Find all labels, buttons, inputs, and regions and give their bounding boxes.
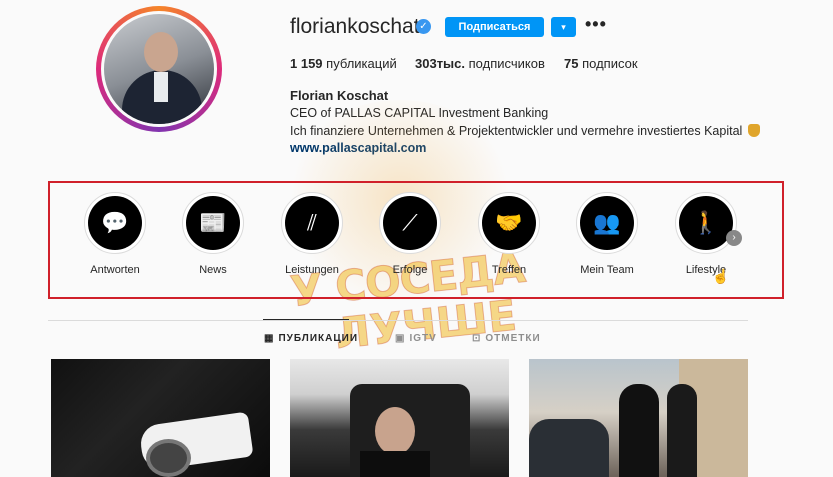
suggestions-dropdown-button[interactable]: ▾ xyxy=(551,17,576,37)
profile-avatar[interactable] xyxy=(96,6,222,132)
bio-line-2: Ich finanziere Unternehmen & Projektentw… xyxy=(290,124,760,138)
post-car xyxy=(529,419,609,477)
tab-label: ПУБЛИКАЦИИ xyxy=(278,333,359,344)
tab-tagged[interactable]: ⊡ ОТМЕТКИ xyxy=(472,333,541,344)
tab-igtv[interactable]: ▣ IGTV xyxy=(395,333,437,344)
active-tab-indicator xyxy=(263,319,349,320)
highlight-label: News xyxy=(199,264,227,276)
highlight-erfolge[interactable]: ⟋ Erfolge xyxy=(370,192,450,276)
tab-posts[interactable]: ▦ ПУБЛИКАЦИИ xyxy=(264,333,358,344)
highlight-label: Lifestyle xyxy=(685,264,727,276)
highlight-news[interactable]: 📰 News xyxy=(173,192,253,276)
avatar-shirt xyxy=(154,72,168,102)
post-person-face xyxy=(375,407,415,455)
watermark-text-2: ЛУЧШЕ xyxy=(332,290,519,359)
mouse-cursor-icon: ☝ xyxy=(712,268,730,284)
highlight-label: Antworten xyxy=(90,264,140,276)
follow-button[interactable]: Подписаться xyxy=(445,17,544,37)
profile-full-name: Florian Koschat xyxy=(290,88,389,103)
team-icon: 👥 xyxy=(580,196,634,250)
highlight-mein-team[interactable]: 👥 Mein Team xyxy=(567,192,647,276)
post-thumbnail[interactable] xyxy=(290,359,509,477)
logo-icon: ⫽ xyxy=(285,196,339,250)
post-thumbnail[interactable] xyxy=(51,359,270,477)
avatar-photo xyxy=(101,11,217,127)
tabs-divider xyxy=(48,320,748,321)
followers-label: подписчиков xyxy=(465,56,545,71)
post-person-2 xyxy=(667,384,697,477)
highlight-ring: 💬 xyxy=(84,192,146,254)
highlights-next-icon[interactable]: › xyxy=(726,230,742,246)
website-link[interactable]: www.pallascapital.com xyxy=(290,141,426,155)
tv-icon: ▣ xyxy=(395,333,406,344)
handshake-icon: 🤝 xyxy=(482,196,536,250)
highlight-ring: 👥 xyxy=(576,192,638,254)
tab-label: ОТМЕТКИ xyxy=(485,333,541,344)
highlight-ring: 📰 xyxy=(182,192,244,254)
highlight-label: Mein Team xyxy=(580,264,634,276)
highlight-treffen[interactable]: 🤝 Treffen xyxy=(469,192,549,276)
profile-username: floriankoschat xyxy=(290,15,420,38)
followers-stat[interactable]: 303тыс. подписчиков xyxy=(415,56,545,71)
highlight-antworten[interactable]: 💬 Antworten xyxy=(75,192,155,276)
highlight-ring: ⟋ xyxy=(379,192,441,254)
following-count: 75 xyxy=(564,56,579,71)
person-icon: 🚶 xyxy=(679,196,733,250)
following-stat[interactable]: 75 подписок xyxy=(564,56,638,71)
tab-label: IGTV xyxy=(409,333,437,344)
highlight-ring: ⫽ xyxy=(281,192,343,254)
money-bag-icon xyxy=(747,124,760,137)
highlight-label: Treffen xyxy=(491,264,527,276)
posts-count-stat: 1 159 публикаций xyxy=(290,56,397,71)
bio-line-1: CEO of PALLAS CAPITAL Investment Banking xyxy=(290,106,549,120)
highlight-label: Erfolge xyxy=(392,264,428,276)
posts-count: 1 159 xyxy=(290,56,323,71)
highlight-ring: 🤝 xyxy=(478,192,540,254)
more-options-icon[interactable]: ••• xyxy=(585,14,607,35)
avatar-head xyxy=(144,32,178,72)
highlight-ring: 🚶 xyxy=(675,192,737,254)
following-label: подписок xyxy=(578,56,638,71)
posts-label: публикаций xyxy=(322,56,397,71)
speech-bubble-icon: 💬 xyxy=(88,196,142,250)
post-person-suit xyxy=(360,451,430,477)
post-watch xyxy=(146,439,191,477)
stairs-icon: ⟋ xyxy=(383,196,437,250)
grid-icon: ▦ xyxy=(264,333,275,344)
verified-icon: ✓ xyxy=(416,19,431,34)
highlight-leistungen[interactable]: ⫽ Leistungen xyxy=(272,192,352,276)
bio-line-2-text: Ich finanziere Unternehmen & Projektentw… xyxy=(290,124,743,138)
tag-icon: ⊡ xyxy=(472,333,482,344)
followers-count: 303тыс. xyxy=(415,56,466,71)
highlight-label: Leistungen xyxy=(285,264,339,276)
post-person-1 xyxy=(619,384,659,477)
newspaper-icon: 📰 xyxy=(186,196,240,250)
post-thumbnail[interactable] xyxy=(529,359,748,477)
